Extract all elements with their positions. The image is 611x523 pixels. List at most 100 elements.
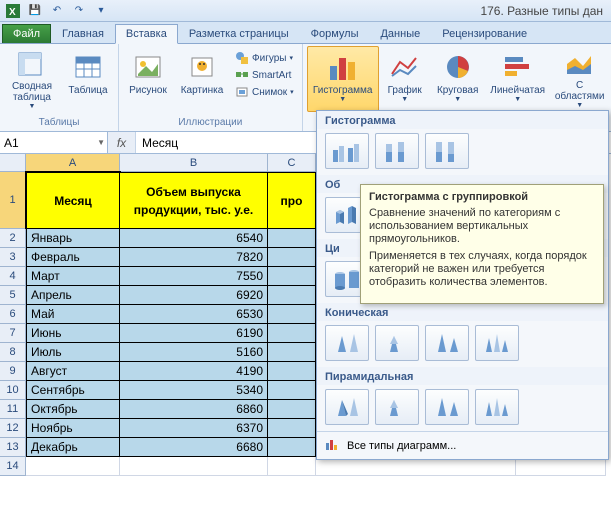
chart-type-100-stacked-column[interactable]: [425, 133, 469, 169]
gallery-category-histogram: Гистограмма: [317, 111, 608, 129]
cell-c1[interactable]: про: [268, 172, 316, 229]
cell-month[interactable]: Ноябрь: [26, 419, 120, 438]
cell-extra[interactable]: [268, 400, 316, 419]
row-header[interactable]: 13: [0, 438, 26, 457]
tab-page-layout[interactable]: Разметка страницы: [178, 24, 300, 43]
excel-icon[interactable]: X: [4, 2, 22, 20]
bar-chart-button[interactable]: Линейчатая ▼: [487, 46, 549, 112]
tab-formulas[interactable]: Формулы: [300, 24, 370, 43]
cell-volume[interactable]: 6680: [120, 438, 268, 457]
cell-month[interactable]: Октябрь: [26, 400, 120, 419]
cell-volume[interactable]: 6190: [120, 324, 268, 343]
chart-type-cone-1[interactable]: [325, 325, 369, 361]
cell-month[interactable]: Июль: [26, 343, 120, 362]
row-header[interactable]: 12: [0, 419, 26, 438]
cell-volume[interactable]: 7820: [120, 248, 268, 267]
row-header[interactable]: 10: [0, 381, 26, 400]
cell-extra[interactable]: [268, 419, 316, 438]
cell-month[interactable]: Апрель: [26, 286, 120, 305]
shapes-button[interactable]: Фигуры ▾: [231, 50, 298, 66]
row-header[interactable]: 7: [0, 324, 26, 343]
chart-type-pyramid-3[interactable]: [425, 389, 469, 425]
cell-extra[interactable]: [268, 362, 316, 381]
redo-icon[interactable]: ↷: [70, 2, 88, 20]
chart-type-cone-2[interactable]: [375, 325, 419, 361]
cell-month[interactable]: Сентябрь: [26, 381, 120, 400]
qat-dropdown-icon[interactable]: ▾: [92, 2, 110, 20]
cell-volume[interactable]: 6540: [120, 229, 268, 248]
cell-volume[interactable]: 6530: [120, 305, 268, 324]
chart-type-cone-3[interactable]: [425, 325, 469, 361]
cell-extra[interactable]: [268, 438, 316, 457]
area-chart-button[interactable]: С областями ▼: [551, 46, 609, 112]
cell-month[interactable]: Август: [26, 362, 120, 381]
save-icon[interactable]: 💾: [26, 2, 44, 20]
tab-insert[interactable]: Вставка: [115, 24, 178, 44]
cell-volume[interactable]: 6860: [120, 400, 268, 419]
chart-type-pyramid-2[interactable]: [375, 389, 419, 425]
cell-volume[interactable]: 6370: [120, 419, 268, 438]
row-header[interactable]: 11: [0, 400, 26, 419]
cell-extra[interactable]: [268, 381, 316, 400]
cell-extra[interactable]: [268, 248, 316, 267]
histogram-button[interactable]: Гистограмма ▼: [307, 46, 379, 112]
chart-type-pyramid-1[interactable]: [325, 389, 369, 425]
cell-month[interactable]: Июнь: [26, 324, 120, 343]
table-button[interactable]: Таблица: [62, 46, 114, 112]
cell-volume[interactable]: 6920: [120, 286, 268, 305]
smartart-button[interactable]: SmartArt: [231, 67, 298, 83]
cell-extra[interactable]: [268, 286, 316, 305]
pivot-table-button[interactable]: Сводная таблица ▼: [4, 46, 60, 112]
area-chart-icon: [564, 51, 596, 78]
cell-b14[interactable]: [120, 457, 268, 476]
row-header[interactable]: 2: [0, 229, 26, 248]
cell-c14[interactable]: [268, 457, 316, 476]
cell-month[interactable]: Январь: [26, 229, 120, 248]
cell-extra[interactable]: [268, 343, 316, 362]
cell-b1[interactable]: Объем выпуска продукции, тыс. у.е.: [120, 172, 268, 229]
row-header[interactable]: 3: [0, 248, 26, 267]
cell-extra[interactable]: [268, 267, 316, 286]
all-chart-types-button[interactable]: Все типы диаграмм...: [317, 431, 608, 459]
pie-chart-button[interactable]: Круговая ▼: [431, 46, 485, 112]
clipart-button[interactable]: Картинка: [175, 46, 229, 112]
cell-month[interactable]: Декабрь: [26, 438, 120, 457]
col-header-b[interactable]: B: [120, 154, 268, 172]
row-header[interactable]: 9: [0, 362, 26, 381]
tab-review[interactable]: Рецензирование: [431, 24, 538, 43]
row-header[interactable]: 8: [0, 343, 26, 362]
cell-volume[interactable]: 7550: [120, 267, 268, 286]
row-header[interactable]: 4: [0, 267, 26, 286]
line-chart-button[interactable]: График ▼: [381, 46, 429, 112]
cell-extra[interactable]: [268, 305, 316, 324]
tab-data[interactable]: Данные: [369, 24, 431, 43]
chart-type-clustered-column[interactable]: [325, 133, 369, 169]
fx-button[interactable]: fx: [108, 132, 136, 153]
undo-icon[interactable]: ↶: [48, 2, 66, 20]
name-box[interactable]: A1▼: [0, 132, 108, 153]
screenshot-button[interactable]: Снимок ▾: [231, 84, 298, 100]
cell-extra[interactable]: [268, 324, 316, 343]
chart-type-cone-4[interactable]: [475, 325, 519, 361]
tab-home[interactable]: Главная: [51, 24, 115, 43]
col-header-c[interactable]: C: [268, 154, 316, 172]
cell-extra[interactable]: [268, 229, 316, 248]
cell-volume[interactable]: 4190: [120, 362, 268, 381]
cell-a1[interactable]: Месяц: [26, 172, 120, 229]
cell-month[interactable]: Май: [26, 305, 120, 324]
chart-type-pyramid-4[interactable]: [475, 389, 519, 425]
select-all-corner[interactable]: [0, 154, 26, 172]
cell-volume[interactable]: 5340: [120, 381, 268, 400]
row-header[interactable]: 5: [0, 286, 26, 305]
col-header-a[interactable]: A: [26, 154, 120, 172]
picture-button[interactable]: Рисунок: [123, 46, 173, 112]
cell-volume[interactable]: 5160: [120, 343, 268, 362]
row-header[interactable]: 6: [0, 305, 26, 324]
chart-type-stacked-column[interactable]: [375, 133, 419, 169]
row-header-14[interactable]: 14: [0, 457, 26, 476]
tab-file[interactable]: Файл: [2, 24, 51, 43]
cell-a14[interactable]: [26, 457, 120, 476]
row-header-1[interactable]: 1: [0, 172, 26, 229]
cell-month[interactable]: Март: [26, 267, 120, 286]
cell-month[interactable]: Февраль: [26, 248, 120, 267]
